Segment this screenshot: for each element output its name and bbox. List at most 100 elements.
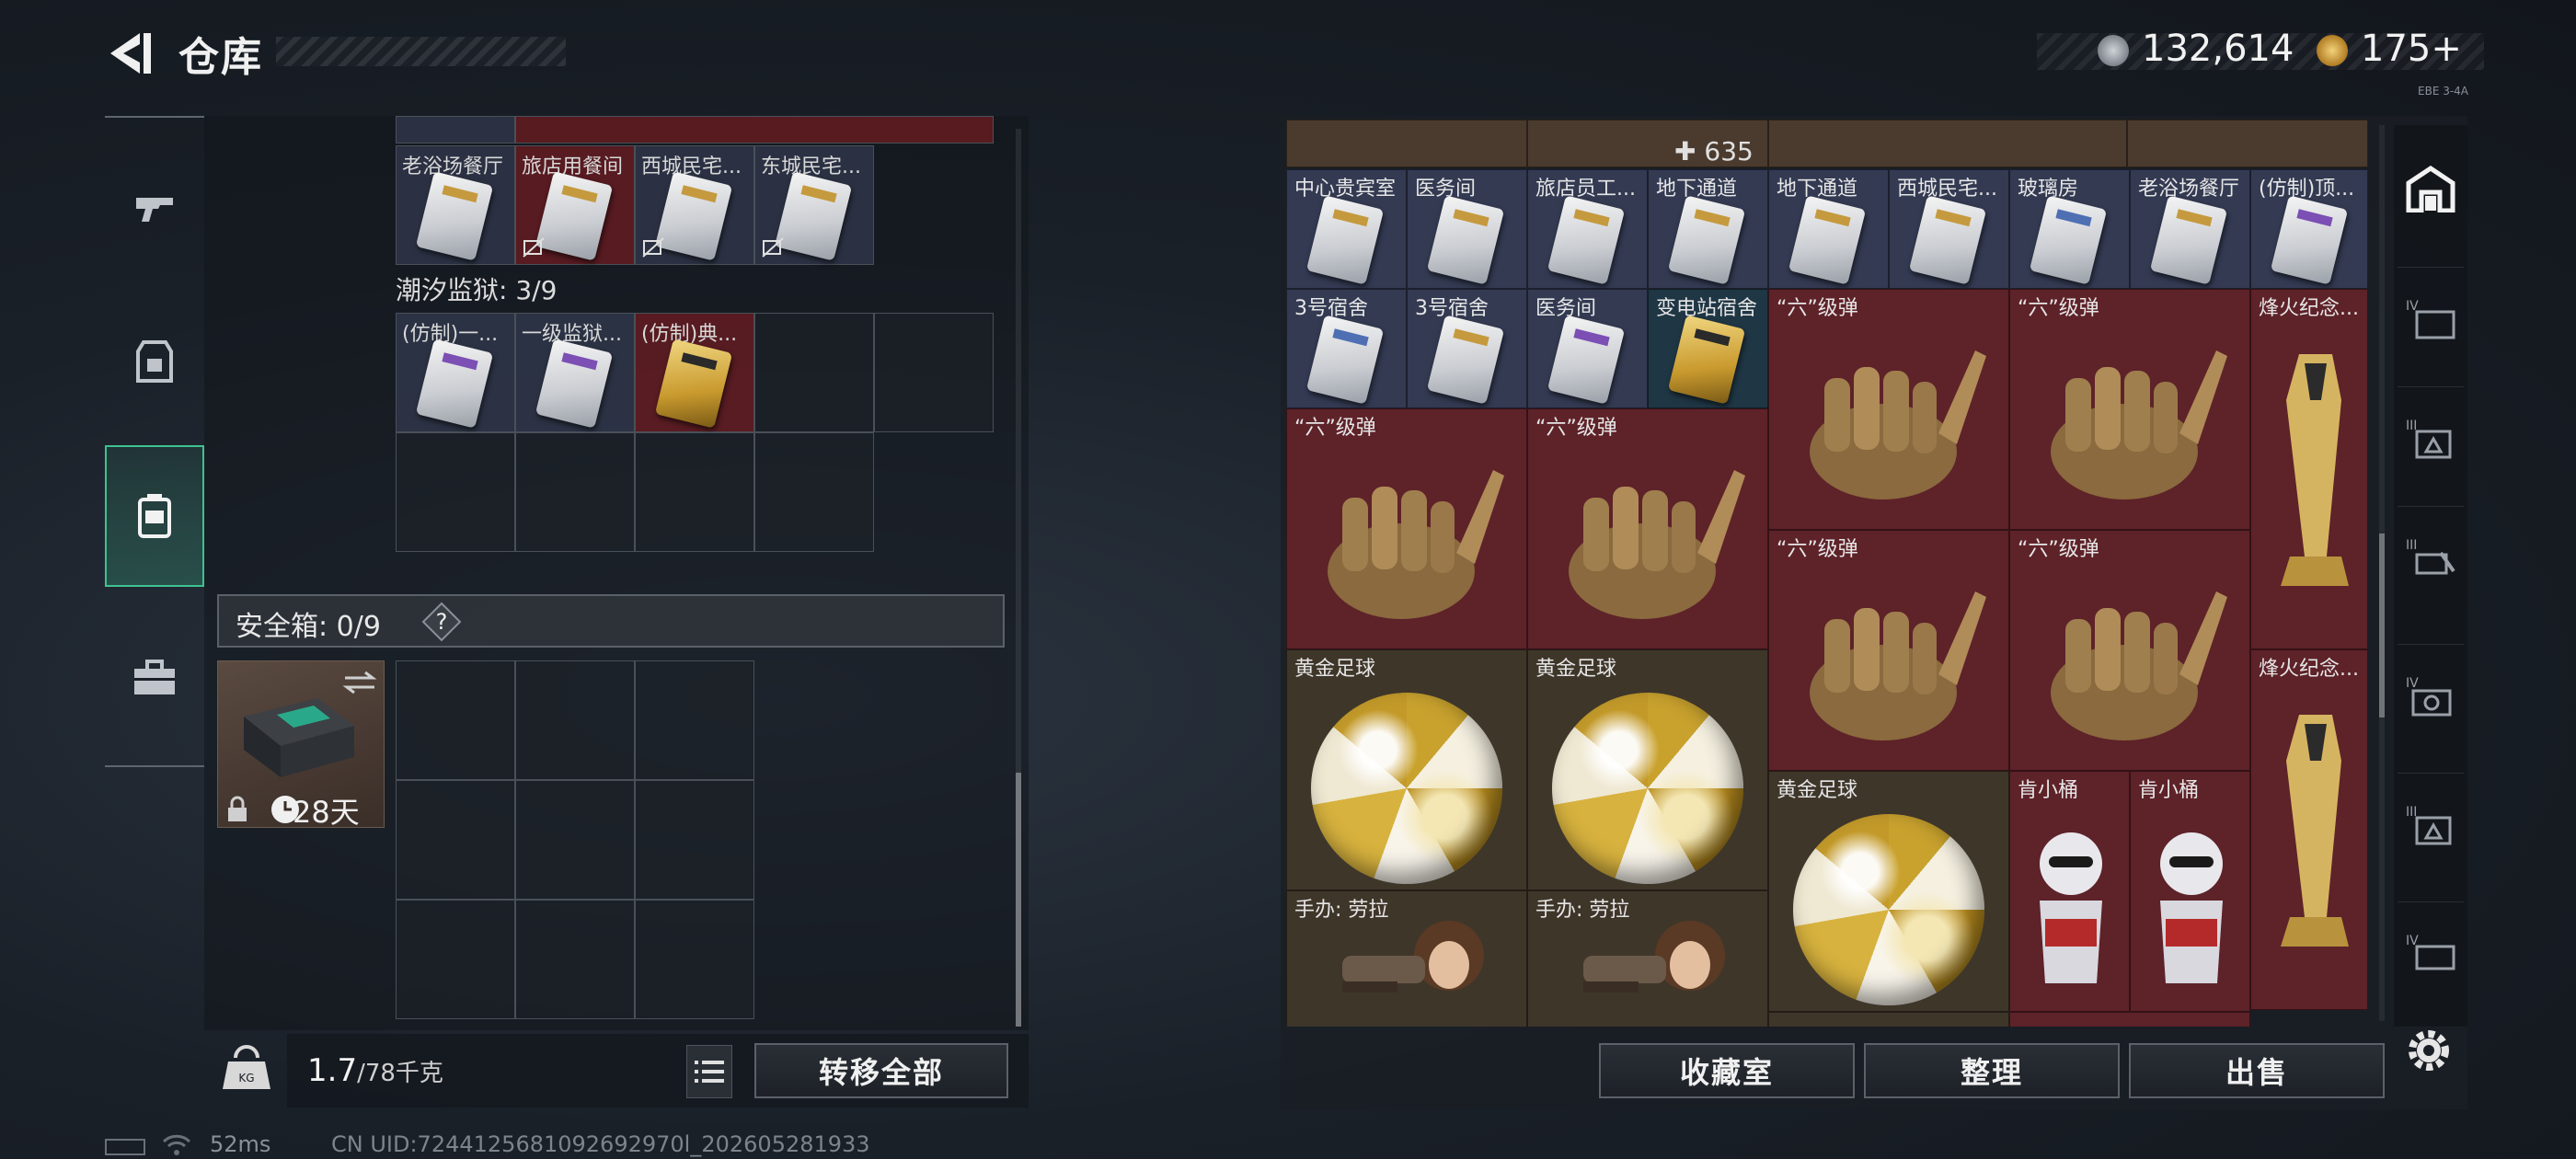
partial-cell[interactable]: [1768, 120, 2127, 167]
nav-tier-3-a[interactable]: III: [2398, 386, 2464, 488]
golden-football-icon: [1552, 693, 1743, 884]
safebox-slot[interactable]: [396, 660, 515, 780]
partial-cell[interactable]: [2127, 120, 2368, 167]
nav-tier-4-b[interactable]: IV: [2398, 644, 2464, 746]
warehouse-grid: 中心贵宾室 医务间 旅店员工... 地下通道 地下通道 西城民宅... 玻璃房 …: [1286, 120, 2368, 1027]
keycard-slot[interactable]: 旅店员工...: [1527, 169, 1648, 289]
keycard-slot[interactable]: 老浴场餐厅: [2130, 169, 2250, 289]
empty-slot[interactable]: [515, 432, 635, 552]
safebox-slot[interactable]: [515, 780, 635, 900]
nav-container[interactable]: [105, 607, 204, 749]
keycard-icon: [1305, 195, 1385, 285]
safebox-slot[interactable]: [515, 660, 635, 780]
tier-iv-icon: IV: [2406, 299, 2455, 339]
kfc-bucket-icon: [2040, 832, 2102, 983]
nav-tier-3-b[interactable]: III: [2398, 506, 2464, 608]
grenade-item[interactable]: “六”级弹: [2009, 530, 2250, 771]
keycard-slot[interactable]: 3号宿舍: [1407, 289, 1527, 408]
partial-cell[interactable]: [1286, 120, 1527, 167]
keycard-slot[interactable]: 西城民宅...: [635, 145, 754, 265]
keycard-slot[interactable]: 旅店用餐间: [515, 145, 635, 265]
sell-button[interactable]: 出售: [2129, 1043, 2385, 1098]
keycard-slot[interactable]: 老浴场餐厅: [396, 145, 515, 265]
item-label: 老浴场餐厅: [402, 155, 504, 178]
right-scrollbar-thumb[interactable]: [2379, 534, 2385, 717]
nav-backpack[interactable]: [105, 445, 204, 587]
partial-cell[interactable]: [515, 116, 994, 143]
collection-room-button[interactable]: 收藏室: [1599, 1043, 1855, 1098]
item-label: “六”级弹: [2018, 538, 2099, 561]
keycard-slot[interactable]: 变电站宿舍: [1648, 289, 1768, 408]
keycard-slot[interactable]: 地下通道: [1648, 169, 1768, 289]
partial-cell[interactable]: [2009, 1012, 2250, 1027]
golden-hand-icon: [1810, 591, 1986, 740]
football-item[interactable]: 黄金足球: [1527, 649, 1768, 890]
grenade-item[interactable]: “六”级弹: [1768, 289, 2009, 530]
keycard-slot[interactable]: (仿制)一...: [396, 313, 515, 432]
grenade-item[interactable]: “六”级弹: [1286, 408, 1527, 649]
empty-slot[interactable]: [396, 432, 515, 552]
keycard-slot[interactable]: 3号宿舍: [1286, 289, 1407, 408]
safebox-slot[interactable]: [635, 660, 754, 780]
nav-weapons[interactable]: [105, 136, 204, 278]
keycard-slot[interactable]: 医务间: [1407, 169, 1527, 289]
list-view-button[interactable]: [686, 1045, 732, 1098]
keycard-slot[interactable]: 医务间: [1527, 289, 1648, 408]
keycard-slot[interactable]: (仿制)顶...: [2250, 169, 2368, 289]
kfc-bucket-item[interactable]: 肯小桶: [2009, 771, 2130, 1012]
trophy-icon: [2281, 715, 2349, 947]
keycard-icon: [774, 171, 853, 261]
safebox-slot[interactable]: [515, 900, 635, 1019]
empty-slot[interactable]: [754, 313, 874, 432]
safebox-slot[interactable]: [635, 900, 754, 1019]
torch-item[interactable]: 烽火纪念...: [2250, 649, 2368, 1010]
keycard-slot[interactable]: 地下通道: [1768, 169, 1889, 289]
gear-icon[interactable]: [2401, 1023, 2456, 1078]
football-item[interactable]: 黄金足球: [1768, 771, 2009, 1012]
torch-item[interactable]: 烽火纪念...: [2250, 289, 2368, 649]
keycard-slot[interactable]: 中心贵宾室: [1286, 169, 1407, 289]
gold-value[interactable]: 175+: [2361, 28, 2462, 70]
gun-icon: [136, 198, 173, 222]
grenade-item[interactable]: “六”级弹: [1768, 530, 2009, 771]
help-icon[interactable]: ?: [421, 602, 462, 642]
safebox-slot[interactable]: [396, 900, 515, 1019]
keycard-slot[interactable]: 一级监狱...: [515, 313, 635, 432]
keycard-slot[interactable]: 西城民宅...: [1889, 169, 2009, 289]
nav-tier-3-c[interactable]: III: [2398, 773, 2464, 875]
swap-icon[interactable]: [341, 669, 378, 696]
keycard-icon: [1788, 195, 1867, 285]
keycard-icon: [1908, 195, 1987, 285]
nav-warehouse-all[interactable]: [2398, 138, 2464, 239]
golden-hand-icon: [2051, 591, 2227, 740]
empty-slot[interactable]: [754, 432, 874, 552]
nav-armor[interactable]: [105, 291, 204, 432]
grenade-item[interactable]: “六”级弹: [2009, 289, 2250, 530]
golden-hand-icon: [1328, 470, 1504, 619]
keycard-slot[interactable]: 东城民宅...: [754, 145, 874, 265]
tier-iii-triangle-icon: III: [2406, 805, 2452, 845]
keycard-icon: [415, 171, 494, 261]
kfc-bucket-item[interactable]: 肯小桶: [2130, 771, 2250, 1012]
empty-slot[interactable]: [635, 432, 754, 552]
nav-tier-4-c[interactable]: IV: [2398, 901, 2464, 1004]
back-arrow-icon[interactable]: [103, 26, 158, 81]
figure-item[interactable]: 手办: 劳拉: [1286, 890, 1527, 1027]
safebox-slot[interactable]: [396, 780, 515, 900]
transfer-all-button[interactable]: 转移全部: [754, 1043, 1008, 1098]
item-label: 变电站宿舍: [1656, 297, 1758, 320]
item-label: 玻璃房: [2018, 178, 2079, 201]
left-scrollbar-thumb[interactable]: [1016, 773, 1021, 1027]
keycard-slot[interactable]: 玻璃房: [2009, 169, 2130, 289]
nav-tier-4-a[interactable]: IV: [2398, 267, 2464, 369]
football-item[interactable]: 黄金足球: [1286, 649, 1527, 890]
organize-button[interactable]: 整理: [1864, 1043, 2120, 1098]
figure-item[interactable]: 手办: 劳拉: [1527, 890, 1768, 1027]
keycard-icon: [2149, 195, 2228, 285]
empty-slot[interactable]: [874, 313, 994, 432]
partial-cell[interactable]: [396, 116, 515, 143]
safebox-slot[interactable]: [635, 780, 754, 900]
grenade-item[interactable]: “六”级弹: [1527, 408, 1768, 649]
partial-cell[interactable]: [1768, 1012, 2009, 1027]
keycard-slot[interactable]: (仿制)典...: [635, 313, 754, 432]
